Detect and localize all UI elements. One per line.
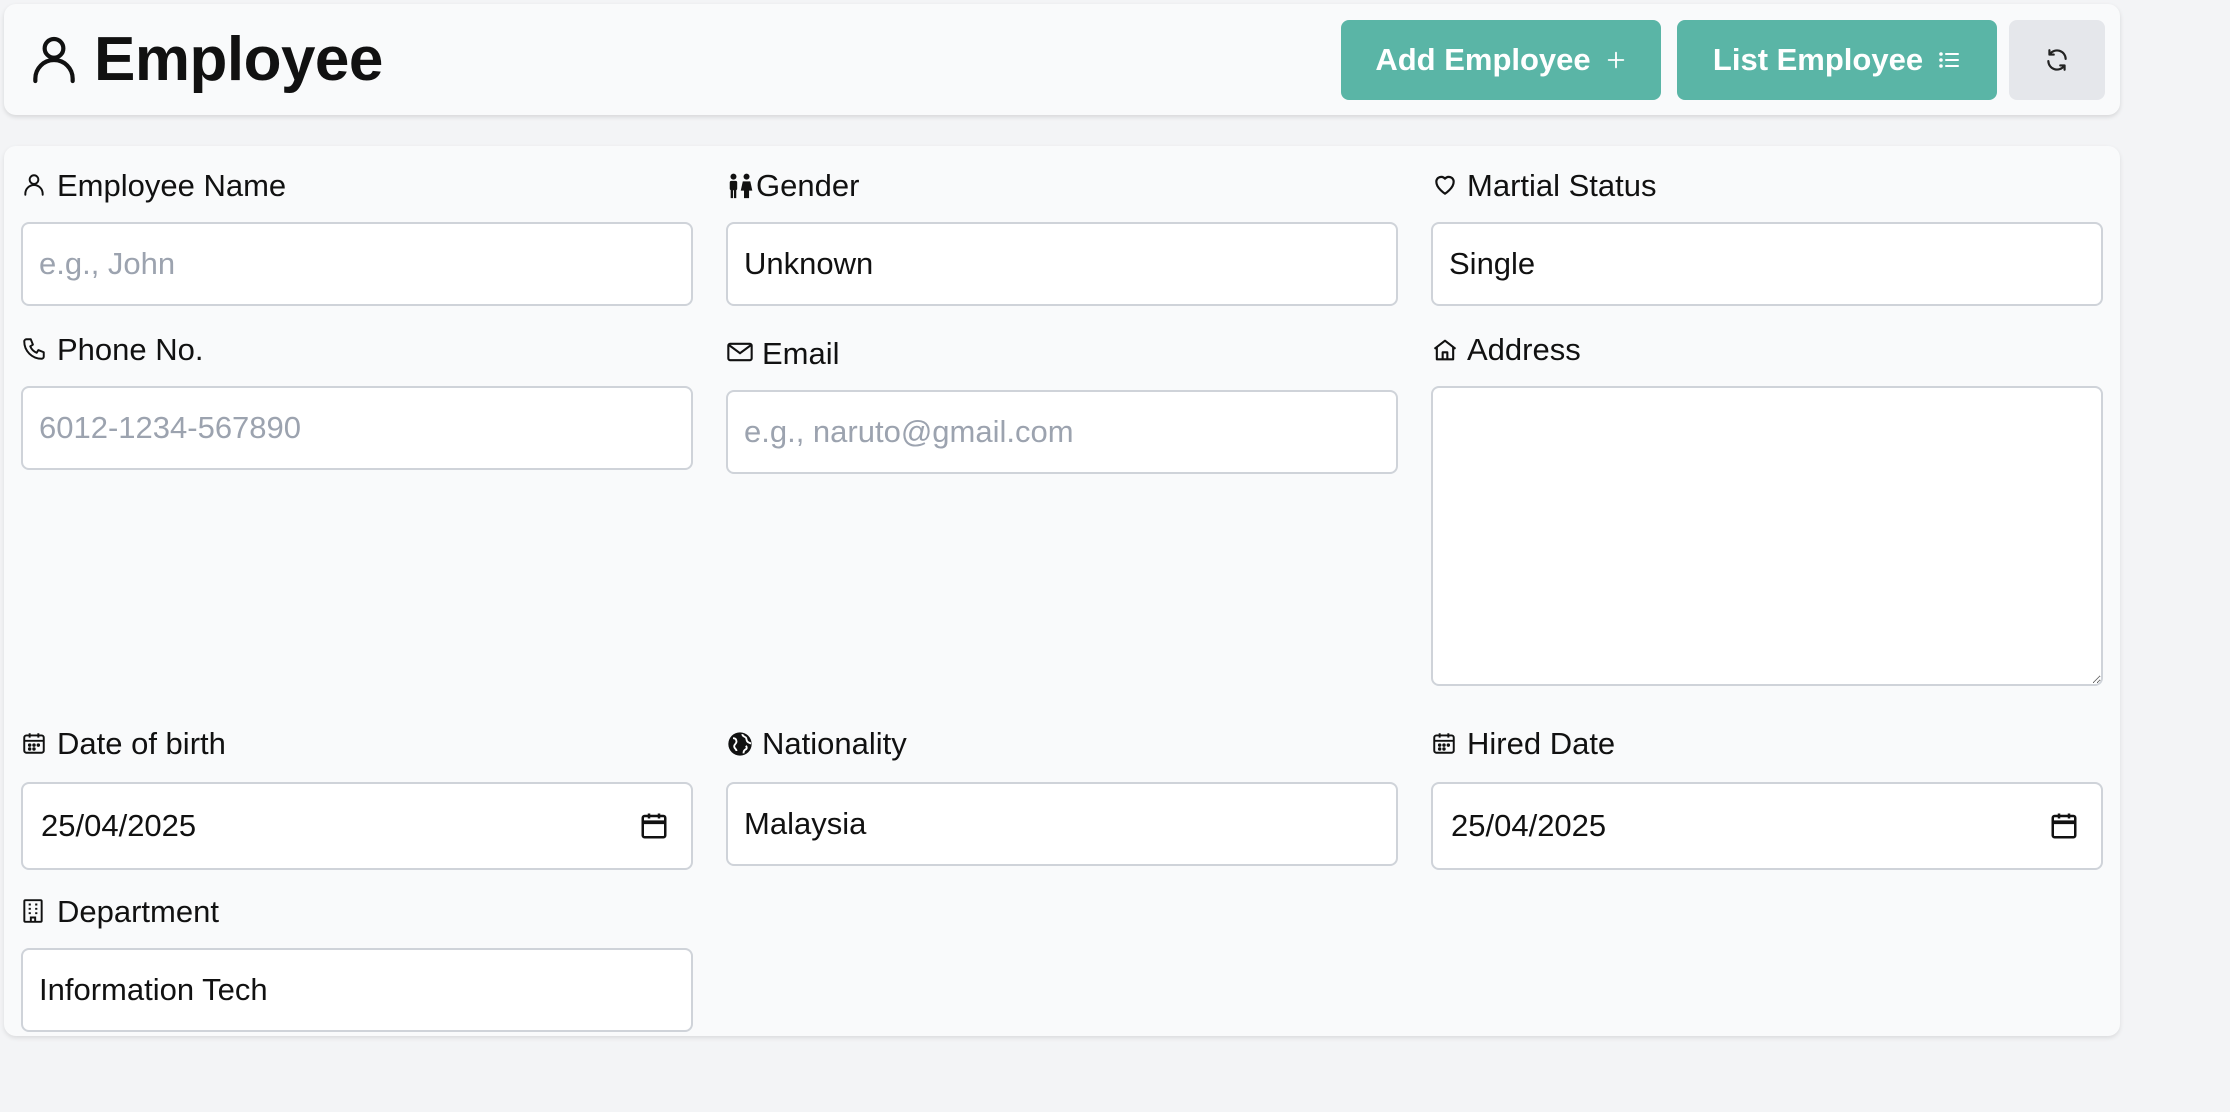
dob-label-text: Date of birth [57,726,226,761]
nationality-label: Nationality [726,724,1398,764]
address-label: Address [1431,330,2103,370]
user-icon [26,32,82,88]
phone-label-text: Phone No. [57,332,204,367]
email-label: Email [726,334,1398,374]
nationality-label-text: Nationality [762,726,907,761]
page-title: Employee [94,25,383,94]
calendar-icon [21,730,49,758]
address-field: Address [1431,330,2103,686]
phone-icon [21,336,49,364]
dob-label: Date of birth [21,724,693,764]
phone-label: Phone No. [21,330,693,370]
marital-status-label: Martial Status [1431,166,2103,206]
hired-date-input[interactable]: 25/04/2025 [1431,782,2103,870]
department-label: Department [21,892,693,932]
globe-icon [726,730,754,758]
department-label-text: Department [57,894,219,929]
address-label-text: Address [1467,332,1581,367]
email-field: Email [726,334,1398,474]
gender-select[interactable] [726,222,1398,306]
mail-icon [726,340,754,368]
phone-field: Phone No. [21,330,693,470]
marital-status-field: Martial Status [1431,166,2103,306]
employee-form: Employee Name Gender Martial Status [4,146,2120,1036]
hired-date-label-text: Hired Date [1467,726,1616,761]
employee-name-label: Employee Name [21,166,693,206]
hired-date-label: Hired Date [1431,724,2103,764]
building-icon [21,898,49,926]
list-employee-label: List Employee [1712,42,1924,77]
hired-date-value: 25/04/2025 [1451,808,1607,843]
nationality-input[interactable] [726,782,1398,866]
hired-date-field: Hired Date 25/04/2025 [1431,724,2103,870]
calendar-picker-icon[interactable] [2049,811,2079,841]
user-icon [21,172,49,200]
dob-field: Date of birth 25/04/2025 [21,724,693,870]
phone-input[interactable] [21,386,693,470]
employee-name-field: Employee Name [21,166,693,306]
gender-icon [726,172,754,200]
department-select[interactable] [21,948,693,1032]
department-field: Department [21,892,693,1032]
refresh-button[interactable] [2009,20,2105,100]
list-icon [1937,49,1961,71]
marital-status-label-text: Martial Status [1467,168,1657,203]
email-label-text: Email [762,336,840,371]
title-wrap: Employee [4,24,383,95]
page-header: Employee Add Employee List Employee [4,4,2120,115]
home-icon [1431,336,1459,364]
dob-value: 25/04/2025 [41,808,197,843]
gender-label: Gender [726,166,1398,206]
dob-input[interactable]: 25/04/2025 [21,782,693,870]
calendar-icon [1431,730,1459,758]
email-input[interactable] [726,390,1398,474]
address-textarea[interactable] [1431,386,2103,686]
nationality-field: Nationality [726,724,1398,866]
list-employee-button[interactable]: List Employee [1677,20,1997,100]
marital-status-select[interactable] [1431,222,2103,306]
add-employee-label: Add Employee [1375,42,1591,77]
employee-name-input[interactable] [21,222,693,306]
heart-icon [1431,172,1459,200]
employee-name-label-text: Employee Name [57,168,287,203]
plus-icon [1605,49,1627,71]
calendar-picker-icon[interactable] [639,811,669,841]
add-employee-button[interactable]: Add Employee [1341,20,1661,100]
gender-field: Gender [726,166,1398,306]
refresh-icon [2044,47,2070,73]
gender-label-text: Gender [756,168,860,203]
